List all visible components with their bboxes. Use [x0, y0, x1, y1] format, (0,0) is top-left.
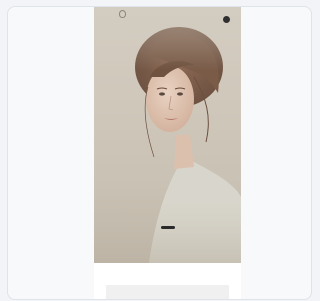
menu-button[interactable] [223, 16, 230, 23]
brand-logo-mark [118, 10, 126, 18]
brand-logo[interactable] [104, 10, 140, 19]
hero-cta-button[interactable] [160, 226, 175, 229]
info-box [106, 285, 229, 299]
hero-section [94, 7, 241, 263]
content-section [94, 263, 241, 299]
preview-card [7, 6, 312, 300]
hero-copy [100, 213, 235, 234]
mobile-page-preview [94, 7, 241, 299]
